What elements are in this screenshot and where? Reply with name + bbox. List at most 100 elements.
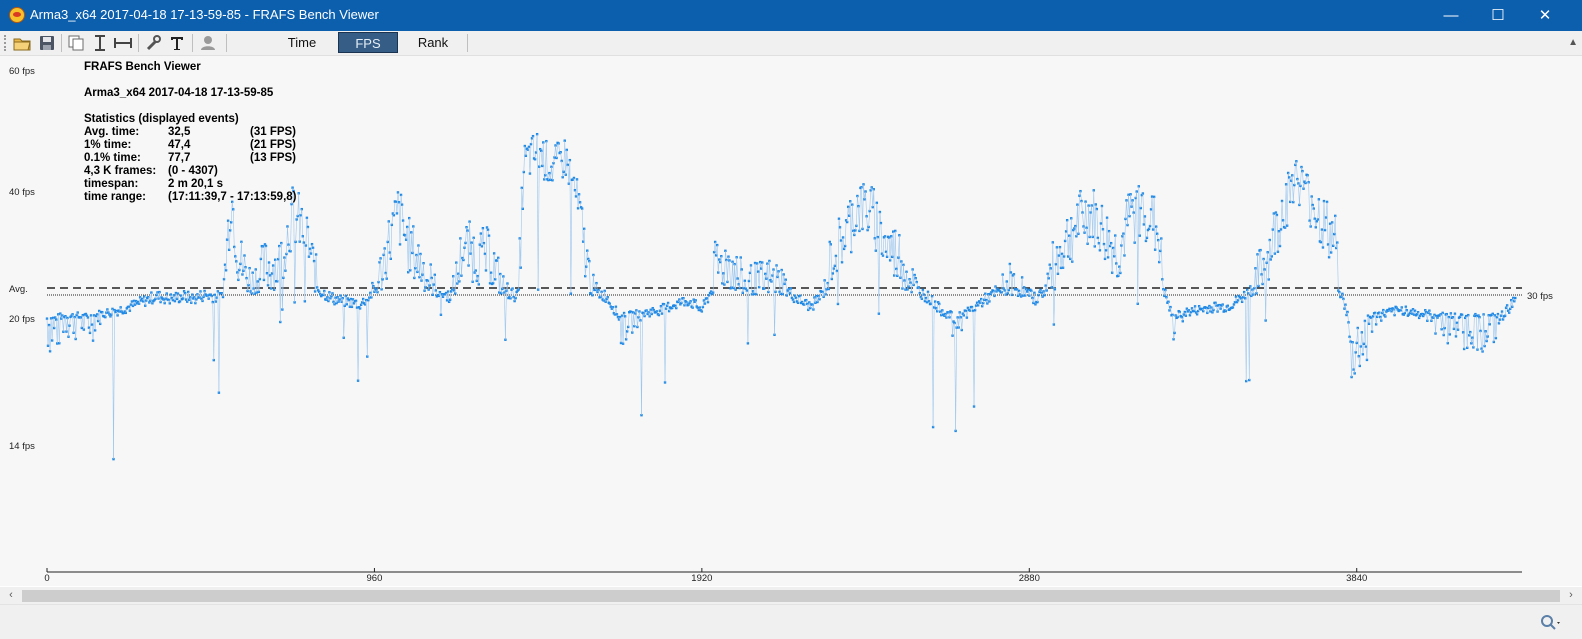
series-connector (713, 252, 714, 292)
series-connector (435, 275, 436, 291)
series-connector (525, 146, 526, 156)
toolbar-separator (61, 34, 62, 52)
series-connector (859, 188, 860, 231)
series-connector (621, 316, 622, 343)
series-connector (1448, 317, 1449, 343)
scrollbar-thumb[interactable] (22, 590, 1560, 602)
series-connector (866, 192, 867, 217)
series-connector (1121, 236, 1122, 245)
series-connector (928, 292, 929, 301)
scroll-right-button[interactable]: › (1562, 587, 1580, 604)
tab-fps[interactable]: FPS (338, 32, 398, 53)
series-connector (1327, 202, 1328, 245)
toolbar-separator (226, 34, 227, 52)
fps-chart-svg[interactable]: 60 fps 40 fps Avg. 20 fps 14 fps 30 fps … (0, 56, 1582, 586)
data-point (1174, 314, 1176, 316)
series-connector (1249, 286, 1250, 380)
stats-value: (0 - 4307) (168, 165, 218, 177)
data-point (441, 293, 443, 295)
series-connector (574, 178, 575, 190)
toolbar-overflow-chevron-icon[interactable]: ▲ (1568, 37, 1578, 48)
series-connector (513, 289, 514, 297)
y-tick-label: 14 fps (9, 441, 35, 452)
series-connector (1159, 251, 1160, 262)
series-connector (304, 243, 305, 302)
data-point (1505, 307, 1507, 309)
series-connector (1285, 184, 1286, 227)
series-connector (902, 265, 903, 289)
data-point (653, 309, 655, 311)
series-connector (885, 236, 886, 251)
series-connector (1325, 217, 1326, 230)
series-connector (565, 141, 566, 175)
series-connector (70, 317, 71, 326)
copy-icon[interactable] (67, 34, 85, 52)
data-point (151, 302, 153, 304)
series-connector (287, 226, 288, 244)
series-connector (567, 150, 568, 165)
series-connector (93, 315, 94, 340)
series-connector (1315, 219, 1316, 228)
series-connector (1071, 218, 1072, 261)
ref-line-label: 30 fps (1527, 291, 1553, 302)
series-connector (511, 290, 512, 299)
data-point (330, 295, 332, 297)
series-connector (729, 261, 730, 289)
series-connector (243, 256, 244, 271)
series-connector (377, 282, 378, 292)
series-connector (387, 242, 388, 279)
text-icon[interactable] (168, 34, 186, 52)
series-connector (887, 237, 888, 257)
close-button[interactable]: ✕ (1522, 0, 1568, 31)
series-connector (50, 318, 51, 351)
series-connector (1281, 201, 1282, 229)
minimize-button[interactable]: — (1428, 0, 1474, 31)
save-icon[interactable] (38, 34, 56, 52)
series-connector (874, 189, 875, 238)
series-connector (252, 273, 253, 294)
user-icon[interactable] (199, 34, 217, 52)
series-connector (1118, 267, 1119, 276)
series-connector (1061, 254, 1062, 268)
series-connector (932, 296, 933, 427)
fit-vertical-icon[interactable] (91, 34, 109, 52)
series-connector (279, 246, 280, 322)
stats-file-name: Arma3_x64 2017-04-18 17-13-59-85 (84, 87, 274, 99)
series-connector (266, 246, 267, 273)
series-connector (1261, 250, 1262, 274)
open-folder-icon[interactable] (13, 34, 31, 52)
tab-rank[interactable]: Rank (403, 32, 463, 53)
fps-series (46, 133, 1517, 460)
fit-horizontal-icon[interactable] (114, 34, 132, 52)
series-connector (897, 258, 898, 276)
horizontal-scrollbar[interactable]: ‹ › (0, 587, 1582, 604)
series-connector (63, 317, 64, 332)
series-connector (410, 232, 411, 270)
stats-value: (17:11:39,7 - 17:13:59,8) (168, 191, 297, 203)
maximize-button[interactable]: ☐ (1475, 0, 1521, 31)
data-point (1211, 311, 1213, 313)
series-connector (856, 196, 857, 226)
toolbar: Time FPS Rank (0, 31, 1582, 56)
data-point (1514, 297, 1516, 299)
series-connector (628, 312, 629, 327)
tab-time[interactable]: Time (272, 32, 332, 53)
series-connector (562, 161, 563, 177)
series-connector (294, 191, 295, 302)
zoom-icon[interactable] (1540, 614, 1562, 632)
settings-wrench-icon[interactable] (144, 34, 162, 52)
series-connector (1467, 315, 1468, 348)
series-connector (1012, 275, 1013, 294)
series-connector (483, 228, 484, 243)
series-connector (379, 262, 380, 282)
y-tick-label: 60 fps (9, 66, 35, 77)
series-connector (1272, 229, 1273, 256)
scroll-left-button[interactable]: ‹ (2, 587, 20, 604)
series-connector (1264, 259, 1265, 269)
series-connector (470, 222, 471, 254)
app-icon (9, 7, 25, 23)
toolbar-grip[interactable] (4, 35, 8, 51)
series-connector (1155, 227, 1156, 250)
y-tick-label: 20 fps (9, 314, 35, 325)
fps-chart[interactable]: 60 fps 40 fps Avg. 20 fps 14 fps 30 fps … (0, 56, 1582, 586)
